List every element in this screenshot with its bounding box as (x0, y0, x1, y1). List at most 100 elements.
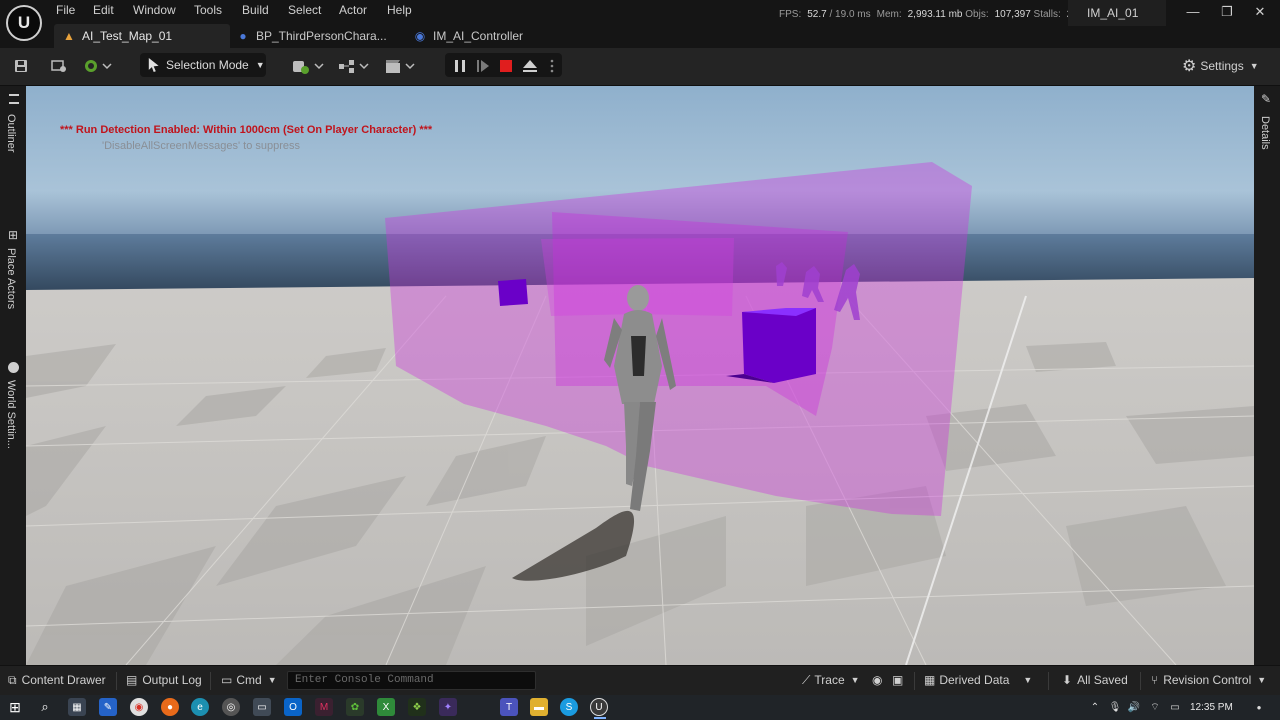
right-panel-rail: ✎ Details (1254, 86, 1280, 665)
menu-actor[interactable]: Actor (339, 3, 367, 17)
app-icon-lime[interactable]: ❖ (408, 698, 426, 716)
cmd-dropdown[interactable]: ▭ Cmd ▼ (221, 668, 277, 692)
chevron-down-icon: ▼ (255, 60, 265, 70)
calculator-icon[interactable]: ▦ (68, 698, 86, 716)
app-icon-purple[interactable]: ✦ (439, 698, 457, 716)
folder-icon[interactable]: ▬ (530, 698, 548, 716)
trace-icon: ⟋ (802, 672, 811, 687)
screenshot-icon[interactable]: ▣ (892, 668, 903, 692)
outlook-icon[interactable]: O (284, 698, 302, 716)
record-icon[interactable]: ◉ (872, 668, 882, 692)
notifications-icon[interactable]: ● (1250, 698, 1268, 716)
explorer-icon[interactable]: ▭ (253, 698, 271, 716)
active-app-indicator (594, 717, 606, 719)
blueprint-icon[interactable] (338, 55, 370, 77)
restore-button[interactable]: ❐ (1213, 4, 1241, 24)
tab-label: IM_AI_Controller (433, 29, 524, 43)
objs-value: 107,397 (994, 9, 1031, 20)
settings-button[interactable]: ⚙ Settings ▼ (1182, 55, 1272, 77)
chrome-icon[interactable]: ◉ (130, 698, 148, 716)
play-options-icon[interactable] (546, 55, 558, 77)
volume-icon[interactable]: 🔊 (1125, 698, 1143, 716)
search-icon[interactable]: ⌕ (36, 698, 54, 716)
derived-data-dropdown[interactable]: ▦ Derived Data ▼ (924, 668, 1032, 692)
close-button[interactable]: ✕ (1246, 4, 1274, 24)
menu-edit[interactable]: Edit (93, 3, 114, 17)
edge-icon[interactable]: e (191, 698, 209, 716)
tab-bp-third-person[interactable]: ● BP_ThirdPersonChara... (236, 24, 406, 48)
stop-icon[interactable] (497, 55, 515, 77)
app-icon-green[interactable]: ✿ (346, 698, 364, 716)
microphone-icon[interactable]: 🎙 (1106, 698, 1124, 716)
source-control-icon[interactable] (82, 55, 114, 77)
selection-mode-label: Selection Mode (166, 58, 249, 72)
trace-label: Trace (814, 673, 845, 687)
cmd-label: Cmd (236, 673, 262, 687)
windows-start-icon[interactable]: ⊞ (6, 698, 24, 716)
pencil-icon: ✎ (1261, 92, 1272, 106)
menu-file[interactable]: File (56, 3, 75, 17)
cinematics-icon[interactable] (384, 55, 418, 77)
content-drawer-button[interactable]: ⧉ Content Drawer (8, 668, 106, 692)
mem-value: 2,993.11 mb (907, 9, 963, 20)
content-drawer-label: Content Drawer (21, 673, 106, 687)
perf-stats: FPS: 52.7 / 19.0 ms Mem: 2,993.11 mb Objs: 1… (779, 9, 1072, 20)
tab-im-ai-controller[interactable]: ◉ IM_AI_Controller (413, 24, 543, 48)
screen-message-hint: 'DisableAllScreenMessages' to suppress (102, 140, 301, 152)
menu-help[interactable]: Help (387, 3, 412, 17)
chevron-down-icon: ▼ (1257, 675, 1267, 685)
details-label: Details (1259, 116, 1271, 150)
firefox-icon[interactable]: ● (161, 698, 179, 716)
output-log-button[interactable]: ▤ Output Log (126, 668, 202, 692)
save-icon[interactable] (10, 55, 32, 77)
divider (1048, 672, 1049, 690)
teams-icon[interactable]: T (500, 698, 518, 716)
pause-icon[interactable] (451, 55, 469, 77)
app-icon-red[interactable]: M (315, 698, 333, 716)
skype-icon[interactable]: S (560, 698, 578, 716)
menu-select[interactable]: Select (288, 3, 321, 17)
derived-data-icon: ▦ (924, 673, 936, 687)
outliner-label: Outliner (5, 114, 17, 153)
menu-tools[interactable]: Tools (194, 3, 222, 17)
stalls-label: Stalls: (1033, 9, 1061, 20)
selection-mode-dropdown[interactable]: Selection Mode ▼ (140, 53, 266, 77)
world-settings-tab[interactable]: World Settin... (0, 358, 26, 458)
settings-label: Settings (1200, 59, 1244, 73)
derived-data-label: Derived Data (939, 673, 1010, 687)
place-actors-tab[interactable]: ⊞ Place Actors (0, 226, 26, 326)
unreal-taskbar-icon[interactable]: U (590, 698, 608, 716)
place-actors-icon: ⊞ (8, 228, 19, 242)
content-browser-icon[interactable] (48, 55, 70, 77)
divider (116, 672, 117, 690)
terminal-icon: ▭ (221, 673, 233, 687)
level-viewport[interactable] (26, 86, 1254, 665)
screen-message-warning: *** Run Detection Enabled: Within 1000cm… (60, 124, 433, 136)
revision-control-icon: ⑂ (1151, 673, 1159, 687)
add-actor-icon[interactable] (290, 55, 326, 77)
place-actors-label: Place Actors (5, 248, 17, 310)
trace-dropdown[interactable]: ⟋ Trace ▼ (802, 668, 860, 692)
tray-chevron-icon[interactable]: ⌃ (1086, 698, 1104, 716)
frame-skip-icon[interactable] (474, 55, 492, 77)
taskbar-clock[interactable]: 12:35 PM (1190, 702, 1233, 713)
unreal-logo-icon[interactable]: U (6, 5, 42, 41)
spreadsheet-icon[interactable]: X (377, 698, 395, 716)
app-icon-blue[interactable]: ✎ (99, 698, 117, 716)
divider (1140, 672, 1141, 690)
wifi-icon[interactable]: ⌔ (1146, 698, 1164, 716)
minimize-button[interactable]: — (1179, 4, 1207, 24)
tab-ai-test-map[interactable]: ▲ AI_Test_Map_01 (54, 24, 230, 48)
app-icon-grey[interactable]: ◎ (222, 698, 240, 716)
console-command-input[interactable]: Enter Console Command (287, 671, 536, 690)
chevron-down-icon: ▼ (1249, 61, 1259, 71)
details-tab[interactable]: ✎ Details (1254, 92, 1280, 162)
outliner-tab[interactable]: Outliner (0, 92, 26, 172)
all-saved-button[interactable]: ⬇ All Saved (1062, 668, 1128, 692)
eject-icon[interactable] (520, 55, 540, 77)
menu-window[interactable]: Window (133, 3, 176, 17)
menu-build[interactable]: Build (242, 3, 269, 17)
battery-icon[interactable]: ▭ (1166, 698, 1184, 716)
revision-control-dropdown[interactable]: ⑂ Revision Control ▼ (1151, 668, 1266, 692)
output-log-label: Output Log (142, 673, 202, 687)
